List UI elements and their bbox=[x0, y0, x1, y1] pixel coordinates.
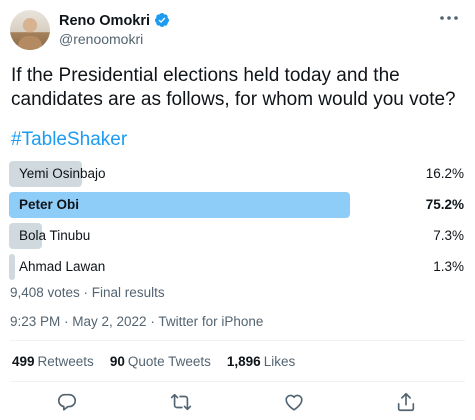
retweet-button[interactable] bbox=[170, 391, 192, 413]
author-display-name[interactable]: Reno Omokri bbox=[59, 13, 150, 29]
retweets-count: 499 bbox=[12, 354, 35, 369]
poll: Yemi Osinbajo 16.2% Peter Obi 75.2% Bola… bbox=[9, 161, 465, 285]
poll-option-label: Bola Tinubu bbox=[19, 228, 91, 243]
verified-badge-icon bbox=[154, 13, 169, 27]
retweet-icon bbox=[170, 393, 192, 411]
poll-results-summary: 9,408 votes · Final results bbox=[10, 285, 165, 300]
quote-tweets-count: 90 bbox=[109, 354, 125, 369]
poll-option-percent: 1.3% bbox=[433, 259, 464, 274]
poll-option-label: Peter Obi bbox=[19, 197, 80, 212]
divider bbox=[10, 381, 465, 382]
poll-option: Ahmad Lawan 1.3% bbox=[9, 254, 465, 280]
share-icon bbox=[397, 392, 415, 412]
more-icon[interactable] bbox=[437, 6, 461, 30]
poll-option: Yemi Osinbajo 16.2% bbox=[9, 161, 465, 187]
poll-option-bar bbox=[9, 254, 15, 280]
reply-icon bbox=[57, 393, 77, 411]
poll-option: Bola Tinubu 7.3% bbox=[9, 223, 465, 249]
poll-option-label: Yemi Osinbajo bbox=[19, 166, 106, 181]
engagement-stats: 499 Retweets 90 Quote Tweets 1,896 Likes bbox=[12, 354, 295, 369]
quote-tweets-label: Quote Tweets bbox=[127, 354, 211, 369]
poll-option: Peter Obi 75.2% bbox=[9, 192, 465, 218]
divider bbox=[10, 340, 465, 341]
share-button[interactable] bbox=[395, 391, 417, 413]
retweets-label: Retweets bbox=[37, 354, 94, 369]
likes-label: Likes bbox=[263, 354, 296, 369]
like-button[interactable] bbox=[283, 391, 305, 413]
poll-option-label: Ahmad Lawan bbox=[19, 259, 106, 274]
reply-button[interactable] bbox=[56, 391, 78, 413]
poll-option-percent: 16.2% bbox=[425, 166, 464, 181]
author-handle[interactable]: @renoomokri bbox=[59, 31, 143, 47]
tweet-text: If the Presidential elections held today… bbox=[11, 65, 456, 110]
likes-stat[interactable]: 1,896 Likes bbox=[227, 354, 295, 369]
poll-option-percent: 75.2% bbox=[425, 197, 464, 212]
quote-tweets-stat[interactable]: 90 Quote Tweets bbox=[110, 354, 211, 369]
retweets-stat[interactable]: 499 Retweets bbox=[12, 354, 94, 369]
hashtag-link[interactable]: #TableShaker bbox=[11, 129, 127, 151]
author-avatar[interactable] bbox=[10, 10, 50, 50]
likes-count: 1,896 bbox=[226, 354, 261, 369]
tweet-timestamp[interactable]: 9:23 PM · May 2, 2022 · Twitter for iPho… bbox=[10, 314, 263, 329]
action-bar bbox=[0, 391, 475, 413]
like-icon bbox=[285, 394, 303, 411]
poll-option-percent: 7.3% bbox=[433, 228, 464, 243]
